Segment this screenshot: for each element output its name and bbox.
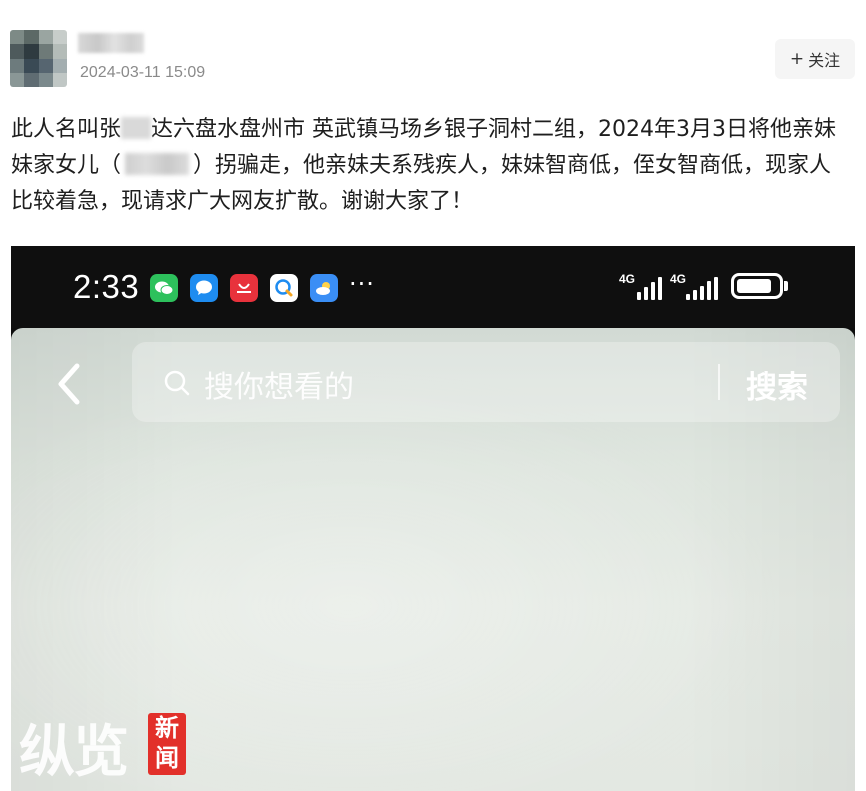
post-line-3: 比较着急，现请求广大网友扩散。谢谢大家了！ bbox=[11, 189, 474, 214]
search-divider bbox=[718, 364, 720, 400]
watermark-badge: 新 闻 bbox=[148, 713, 186, 775]
redacted-name bbox=[121, 117, 152, 139]
search-button[interactable]: 搜索 bbox=[746, 362, 808, 407]
sim2-label: 4G bbox=[670, 272, 687, 286]
weather-icon bbox=[310, 274, 338, 302]
plus-icon: + bbox=[789, 49, 805, 69]
search-bar[interactable]: 搜你想看的 搜索 bbox=[132, 342, 840, 422]
post-text-segment: 妹家女儿（ bbox=[11, 153, 122, 178]
search-placeholder[interactable]: 搜你想看的 bbox=[204, 362, 354, 406]
username-redacted[interactable] bbox=[78, 33, 144, 53]
search-icon bbox=[164, 370, 190, 396]
huawei-store-icon bbox=[230, 274, 258, 302]
video-player[interactable]: 2:33 ··· 4G 4G 搜你想看的 搜索 纵览 新 闻 bbox=[11, 246, 855, 791]
watermark-badge-bottom: 闻 bbox=[155, 744, 179, 772]
status-clock: 2:33 bbox=[73, 268, 140, 305]
post-body: 此人名叫张 达六盘水盘州市 英武镇马场乡银子洞村二组，2024年3月3日将他亲妹 … bbox=[11, 112, 859, 220]
post-line-1: 此人名叫张 达六盘水盘州市 英武镇马场乡银子洞村二组，2024年3月3日将他亲妹 bbox=[11, 112, 859, 148]
battery-cap bbox=[784, 281, 788, 291]
more-notifications-icon: ··· bbox=[349, 270, 375, 298]
follow-button[interactable]: + 关注 bbox=[775, 39, 855, 79]
battery-icon bbox=[731, 273, 783, 299]
redacted-name bbox=[125, 153, 190, 175]
post-text-segment: ）拐骗走，他亲妹夫系残疾人，妹妹智商低，侄女智商低，现家人 bbox=[193, 153, 832, 178]
post-line-2: 妹家女儿（ ）拐骗走，他亲妹夫系残疾人，妹妹智商低，侄女智商低，现家人 bbox=[11, 148, 859, 184]
wechat-icon bbox=[150, 274, 178, 302]
browser-icon bbox=[270, 274, 298, 302]
back-chevron-icon[interactable] bbox=[51, 358, 91, 408]
post-text-segment: 达六盘水盘州市 英武镇马场乡银子洞村二组，2024年3月3日将他亲妹 bbox=[151, 117, 836, 142]
post-text-segment: 此人名叫张 bbox=[11, 117, 122, 142]
watermark-text: 纵览 bbox=[19, 720, 129, 785]
video-frame: 搜你想看的 搜索 纵览 新 闻 bbox=[11, 328, 855, 791]
phone-status-bar: 2:33 ··· 4G 4G bbox=[11, 246, 855, 328]
sim1-label: 4G bbox=[619, 272, 636, 286]
watermark-badge-top: 新 bbox=[155, 714, 179, 742]
post-timestamp: 2024-03-11 15:09 bbox=[80, 64, 206, 81]
message-icon bbox=[190, 274, 218, 302]
avatar[interactable] bbox=[10, 30, 67, 87]
follow-label: 关注 bbox=[808, 51, 841, 70]
